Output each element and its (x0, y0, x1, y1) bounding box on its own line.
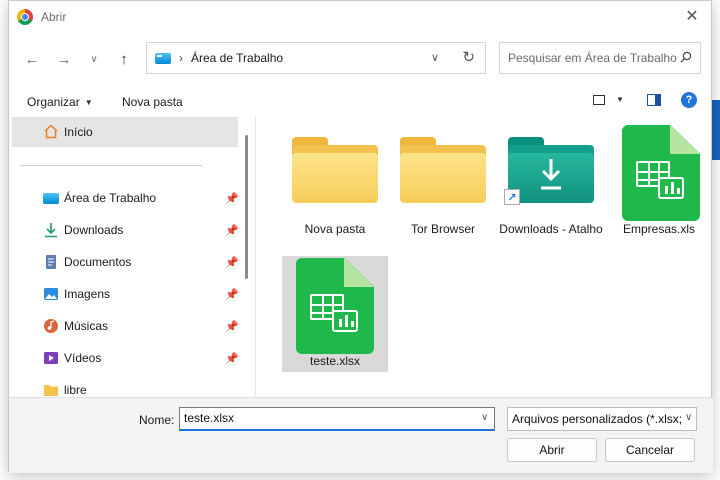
up-arrow-icon[interactable]: ↑ (113, 49, 135, 69)
file-name-label: Nome: (139, 413, 175, 427)
address-dropdown-icon[interactable]: ∨ (431, 51, 439, 64)
forward-arrow-icon[interactable]: → (53, 49, 75, 69)
sidebar-item-label: Imagens (64, 287, 111, 301)
navigation-pane: Início Área de Trabalho 📌 Downloads 📌 Do… (9, 117, 249, 397)
spreadsheet-icon (296, 258, 374, 354)
pin-icon[interactable]: 📌 (225, 320, 239, 333)
file-name: teste.xlsx (309, 354, 360, 368)
sidebar-item-label: Vídeos (64, 351, 102, 365)
desktop-icon (155, 52, 171, 64)
file-item-teste[interactable]: teste.xlsx (282, 256, 388, 372)
navigation-bar: ← → ∨ ↑ › Área de Trabalho ∨ ↻ Pesquisar… (9, 41, 713, 77)
pin-icon[interactable]: 📌 (225, 192, 239, 205)
sidebar-item-label: Músicas (64, 319, 109, 333)
close-icon[interactable]: ✕ (681, 5, 703, 27)
search-icon[interactable] (680, 51, 692, 63)
cancel-button[interactable]: Cancelar (605, 438, 695, 462)
back-arrow-icon[interactable]: ← (21, 49, 43, 69)
open-button[interactable]: Abrir (507, 438, 597, 462)
pin-icon[interactable]: 📌 (225, 224, 239, 237)
file-name-dropdown-icon[interactable]: ∨ (481, 412, 488, 423)
open-file-dialog: Abrir ✕ ← → ∨ ↑ › Área de Trabalho ∨ ↻ P… (8, 0, 713, 473)
file-view: Nova pasta Tor Browser ↗ Downloads - Ata… (256, 117, 713, 397)
image-icon (44, 288, 58, 300)
organize-button[interactable]: Organizar ▼ (27, 95, 93, 109)
command-bar: Organizar ▼ Nova pasta ▼ ? (9, 89, 713, 115)
download-arrow-icon (541, 159, 561, 190)
view-mode-icon[interactable] (593, 95, 605, 105)
folder-icon (292, 137, 378, 203)
dialog-footer: Nome: teste.xlsx ∨ Arquivos personalizad… (9, 397, 713, 473)
sidebar-item-label: Downloads (64, 223, 124, 237)
shortcut-arrow-icon: ↗ (504, 189, 520, 205)
folder-icon (400, 137, 486, 203)
pin-icon[interactable]: 📌 (225, 352, 239, 365)
organize-label: Organizar (27, 95, 80, 109)
refresh-icon[interactable]: ↻ (462, 48, 475, 66)
recent-locations-chevron-icon[interactable]: ∨ (83, 49, 105, 69)
file-name: Tor Browser (410, 222, 475, 236)
video-icon (44, 352, 58, 364)
sidebar-item-label: Área de Trabalho (64, 191, 157, 205)
download-folder-icon: ↗ (504, 137, 594, 205)
breadcrumb-location[interactable]: Área de Trabalho (191, 51, 283, 65)
sidebar-item-home[interactable]: Início (12, 117, 238, 147)
sidebar-divider (20, 165, 202, 166)
search-input[interactable]: Pesquisar em Área de Trabalho (508, 51, 678, 65)
view-dropdown-icon[interactable]: ▼ (616, 95, 624, 104)
sidebar-item-images[interactable]: Imagens 📌 (9, 280, 241, 308)
sidebar-item-label: Documentos (64, 255, 132, 269)
sidebar-item-label: libre (64, 383, 87, 397)
folder-icon (44, 385, 58, 396)
sidebar-item-documents[interactable]: Documentos 📌 (9, 248, 241, 276)
preview-pane-icon[interactable] (647, 94, 661, 106)
file-item-tor-browser[interactable]: Tor Browser (390, 127, 496, 237)
sidebar-item-music[interactable]: Músicas 📌 (9, 312, 241, 340)
sidebar-item-label: Início (64, 125, 93, 139)
file-name-field[interactable]: teste.xlsx (179, 407, 495, 431)
file-item-downloads-shortcut[interactable]: ↗ Downloads - Atalho (498, 127, 604, 252)
music-icon (44, 319, 58, 333)
address-bar[interactable]: › Área de Trabalho ∨ ↻ (146, 42, 486, 74)
file-name: Nova pasta (304, 222, 366, 236)
spreadsheet-icon (622, 125, 700, 221)
file-item-nova-pasta[interactable]: Nova pasta (282, 127, 388, 237)
dropdown-triangle-icon: ▼ (84, 98, 93, 108)
document-icon (46, 255, 56, 269)
breadcrumb-separator: › (179, 51, 183, 65)
file-item-empresas[interactable]: Empresas.xls (606, 125, 712, 237)
pin-icon[interactable]: 📌 (225, 288, 239, 301)
help-icon[interactable]: ? (681, 92, 697, 108)
title-bar: Abrir ✕ (9, 1, 711, 33)
file-type-dropdown-icon[interactable]: ∨ (683, 412, 693, 423)
sidebar-item-downloads[interactable]: Downloads 📌 (9, 216, 241, 244)
search-box[interactable]: Pesquisar em Área de Trabalho (499, 42, 701, 74)
dialog-body: Início Área de Trabalho 📌 Downloads 📌 Do… (9, 117, 713, 397)
chrome-icon (17, 9, 33, 25)
file-type-select[interactable]: Arquivos personalizados (*.xlsx; (507, 407, 697, 431)
dialog-title: Abrir (41, 10, 67, 24)
sidebar-item-videos[interactable]: Vídeos 📌 (9, 344, 241, 372)
pin-icon[interactable]: 📌 (225, 256, 239, 269)
sidebar-item-desktop[interactable]: Área de Trabalho 📌 (9, 184, 241, 212)
desktop-icon (43, 190, 59, 206)
file-name: Empresas.xls (622, 222, 696, 236)
download-icon (45, 223, 57, 238)
sidebar-scrollbar[interactable] (245, 135, 248, 279)
home-icon (44, 124, 58, 139)
file-name: Downloads - Atalho (499, 222, 603, 236)
new-folder-button[interactable]: Nova pasta (122, 95, 183, 109)
